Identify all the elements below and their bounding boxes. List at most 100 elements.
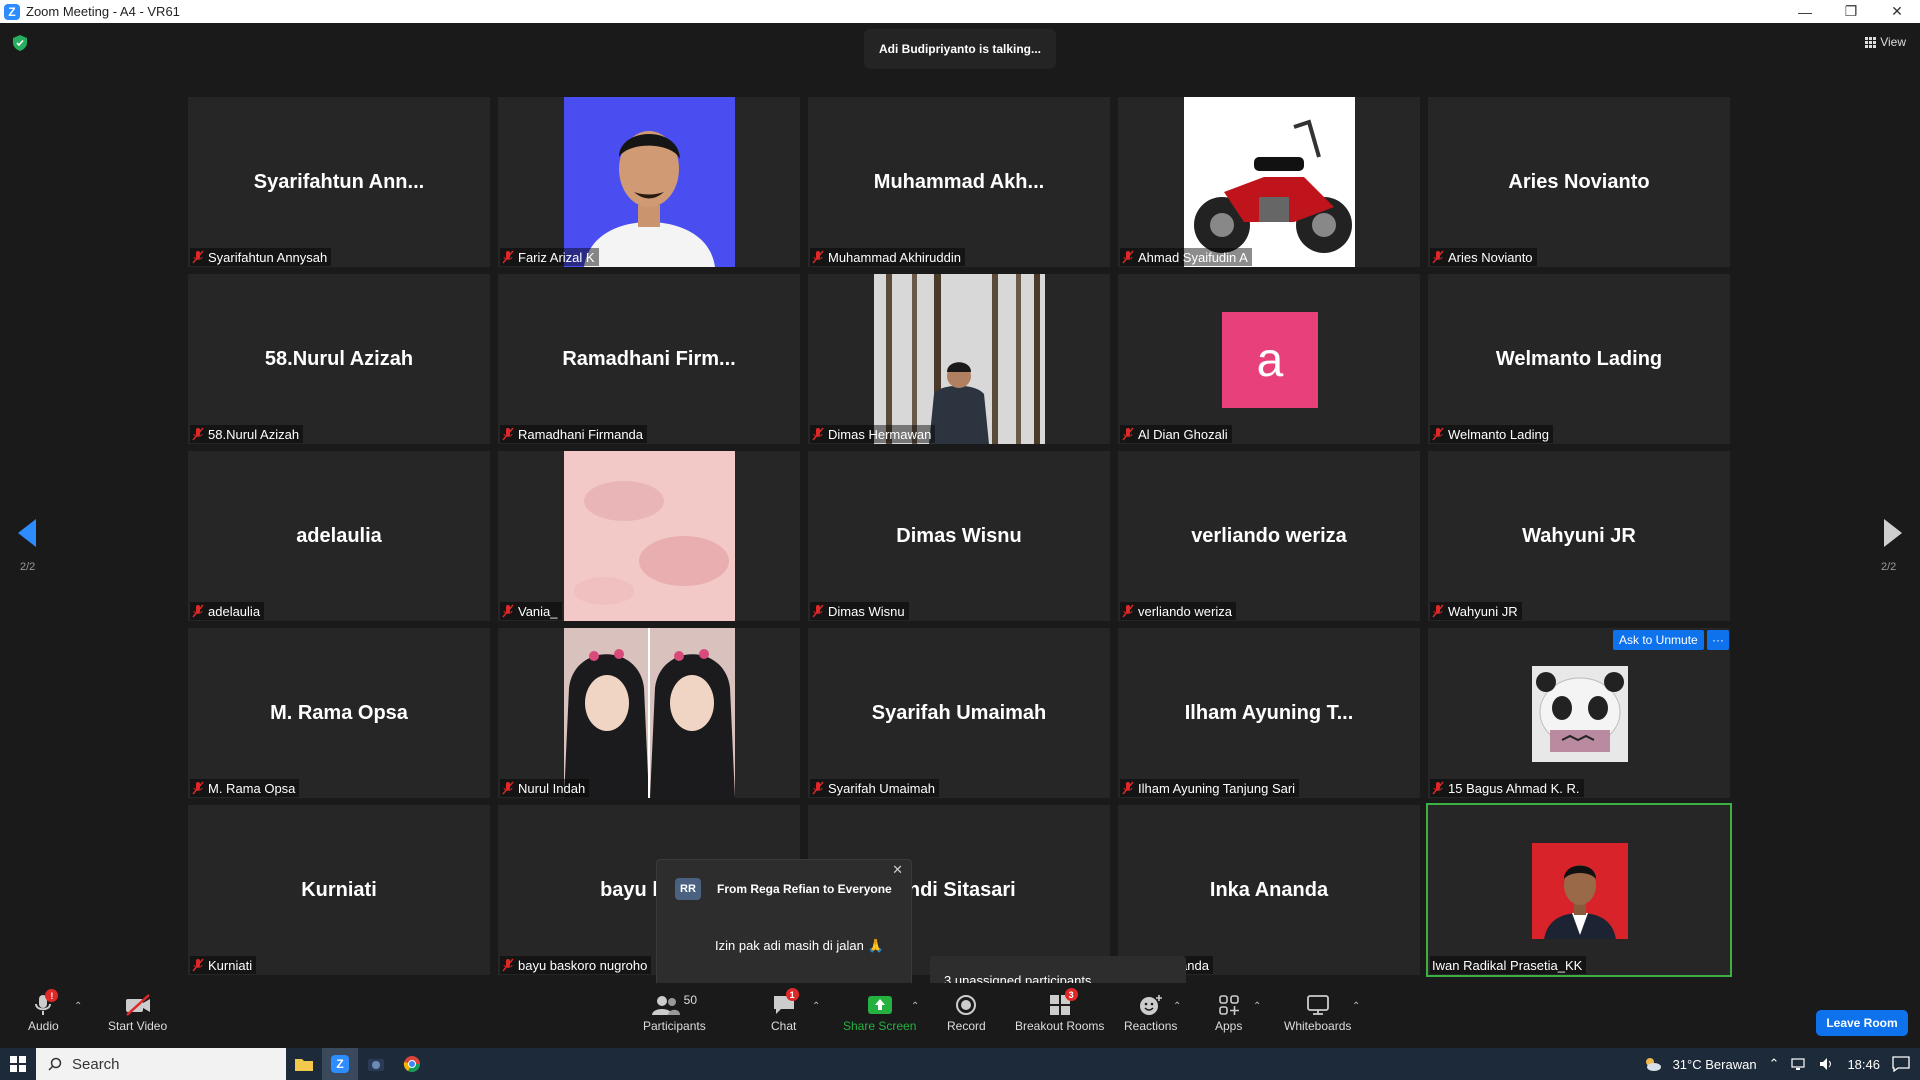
view-button[interactable]: View — [1865, 35, 1906, 49]
mic-muted-icon — [1122, 604, 1134, 618]
record-button[interactable]: Record — [947, 991, 986, 1033]
participant-display-name: 58.Nurul Azizah — [264, 347, 414, 370]
participant-display-name: Dimas Wisnu — [896, 524, 1022, 547]
chat-unread-badge: 1 — [785, 988, 799, 1001]
share-screen-icon — [867, 996, 892, 1014]
file-explorer-icon[interactable] — [286, 1048, 322, 1080]
participant-tile[interactable]: M. Rama Opsa M. Rama Opsa — [188, 628, 490, 798]
participant-label: Welmanto Lading — [1430, 425, 1553, 443]
audio-options-chevron-icon[interactable]: ⌃ — [74, 1001, 82, 1012]
mic-muted-icon — [192, 250, 204, 264]
participant-tile[interactable]: Ahmad Syaifudin A — [1118, 97, 1420, 267]
apps-button[interactable]: Apps — [1215, 991, 1242, 1033]
search-icon — [48, 1057, 62, 1071]
close-icon[interactable]: ✕ — [892, 862, 903, 878]
camera-app-icon[interactable] — [358, 1048, 394, 1080]
participant-tile[interactable]: 58.Nurul Azizah 58.Nurul Azizah — [188, 274, 490, 444]
chat-button[interactable]: 1 Chat — [771, 988, 799, 1033]
minimize-icon[interactable]: — — [1782, 0, 1828, 23]
participant-tile[interactable]: Ilham Ayuning T... Ilham Ayuning Tanjung… — [1118, 628, 1420, 798]
reactions-label: Reactions — [1124, 1019, 1178, 1033]
mic-muted-icon — [1122, 427, 1134, 441]
participant-tile[interactable]: Syarifahtun Ann... Syarifahtun Annysah — [188, 97, 490, 267]
participants-icon — [651, 996, 680, 1015]
participant-tile[interactable]: Muhammad Akh... Muhammad Akhiruddin — [808, 97, 1110, 267]
leave-room-button[interactable]: Leave Room — [1816, 1010, 1908, 1036]
participant-tile-active-speaker[interactable]: Iwan Radikal Prasetia_KK — [1426, 803, 1732, 977]
participant-tile[interactable]: Ramadhani Firm... Ramadhani Firmanda — [498, 274, 800, 444]
participant-tile[interactable]: Nurul Indah — [498, 628, 800, 798]
participant-display-name: Aries Novianto — [1508, 170, 1650, 193]
mic-muted-icon — [502, 250, 514, 264]
breakout-rooms-button[interactable]: 3 Breakout Rooms — [1015, 988, 1105, 1033]
participant-tile[interactable]: a Al Dian Ghozali — [1118, 274, 1420, 444]
mic-muted-icon — [1122, 250, 1134, 264]
taskbar-search-box[interactable]: Search — [36, 1048, 286, 1080]
participant-grid: Syarifahtun Ann... Syarifahtun Annysah F… — [188, 97, 1732, 977]
network-icon[interactable] — [1791, 1057, 1807, 1071]
breakout-rooms-label: Breakout Rooms — [1015, 1019, 1105, 1033]
share-screen-button[interactable]: Share Screen — [843, 991, 916, 1033]
participant-label: Ahmad Syaifudin A — [1120, 248, 1252, 266]
close-icon[interactable]: ✕ — [1874, 0, 1920, 23]
chat-sender: From Rega Refian to Everyone — [717, 882, 892, 896]
participant-label: Al Dian Ghozali — [1120, 425, 1232, 443]
participant-label: Kurniati — [190, 956, 257, 974]
apps-options-chevron-icon[interactable]: ⌃ — [1253, 1001, 1261, 1012]
participant-label: M. Rama Opsa — [190, 779, 300, 797]
volume-icon[interactable] — [1819, 1057, 1835, 1071]
participant-tile[interactable]: Dimas Wisnu Dimas Wisnu — [808, 451, 1110, 621]
participant-display-name: Muhammad Akh... — [873, 170, 1045, 193]
chat-options-chevron-icon[interactable]: ⌃ — [812, 1001, 820, 1012]
ask-to-unmute-button[interactable]: Ask to Unmute — [1613, 630, 1704, 650]
next-page-arrow-icon[interactable] — [1882, 519, 1902, 547]
zoom-app-icon[interactable]: Z — [322, 1048, 358, 1080]
reactions-options-chevron-icon[interactable]: ⌃ — [1173, 1001, 1181, 1012]
breakout-badge: 3 — [1064, 988, 1078, 1001]
previous-page-arrow-icon[interactable] — [18, 519, 38, 547]
participant-video-photo — [564, 451, 735, 621]
participant-video-photo — [564, 628, 735, 798]
share-options-chevron-icon[interactable]: ⌃ — [911, 1001, 919, 1012]
participant-tile[interactable]: adelaulia adelaulia — [188, 451, 490, 621]
taskbar-search-label: Search — [72, 1055, 120, 1073]
share-screen-label: Share Screen — [843, 1019, 917, 1033]
participant-tile[interactable]: Aries Novianto Aries Novianto — [1428, 97, 1730, 267]
participant-tile[interactable]: Welmanto Lading Welmanto Lading — [1428, 274, 1730, 444]
whiteboards-button[interactable]: Whiteboards — [1284, 991, 1351, 1033]
chevron-up-icon[interactable]: ⌃ — [1769, 1056, 1780, 1072]
security-shield-icon[interactable] — [13, 35, 27, 51]
participant-tile[interactable]: verliando weriza verliando weriza — [1118, 451, 1420, 621]
participant-label: adelaulia — [190, 602, 265, 620]
participant-label: 58.Nurul Azizah — [190, 425, 304, 443]
restore-icon[interactable]: ❐ — [1828, 0, 1874, 23]
participant-tile[interactable]: Kurniati Kurniati — [188, 805, 490, 975]
participant-tile[interactable]: Wahyuni JR Wahyuni JR — [1428, 451, 1730, 621]
weather-icon — [1645, 1058, 1661, 1071]
chrome-icon[interactable] — [394, 1048, 430, 1080]
participant-tile[interactable]: Syarifah Umaimah Syarifah Umaimah — [808, 628, 1110, 798]
mic-muted-icon — [502, 958, 514, 972]
mic-muted-icon — [1432, 427, 1444, 441]
start-video-button[interactable]: Start Video — [108, 991, 167, 1033]
clock-time[interactable]: 18:46 — [1847, 1057, 1880, 1072]
notifications-icon[interactable] — [1892, 1056, 1910, 1072]
whiteboards-options-chevron-icon[interactable]: ⌃ — [1352, 1001, 1360, 1012]
participant-tile[interactable]: 15 Bagus Ahmad K. R. — [1428, 628, 1730, 798]
participant-tile[interactable]: Dimas Hermawan — [808, 274, 1110, 444]
weather-text[interactable]: 31°C Berawan — [1673, 1057, 1757, 1072]
more-options-button[interactable]: ··· — [1707, 630, 1729, 650]
participant-tile[interactable]: Inka Ananda anda — [1118, 805, 1420, 975]
participant-label: bayu baskoro nugroho — [500, 956, 652, 974]
participant-tile[interactable]: Fariz Arizal K — [498, 97, 800, 267]
participants-button[interactable]: 50 Participants — [643, 991, 706, 1033]
participant-display-name: Ilham Ayuning T... — [1184, 701, 1354, 724]
mic-muted-icon — [1432, 250, 1444, 264]
windows-start-icon[interactable] — [0, 1048, 36, 1080]
reactions-button[interactable]: Reactions — [1124, 991, 1177, 1033]
audio-button[interactable]: ! Audio — [28, 989, 59, 1033]
page-indicator-right: 2/2 — [1881, 561, 1897, 573]
participant-tile[interactable]: Vania_ — [498, 451, 800, 621]
participant-display-name: Syarifah Umaimah — [871, 701, 1047, 724]
participant-video-photo — [564, 97, 735, 267]
